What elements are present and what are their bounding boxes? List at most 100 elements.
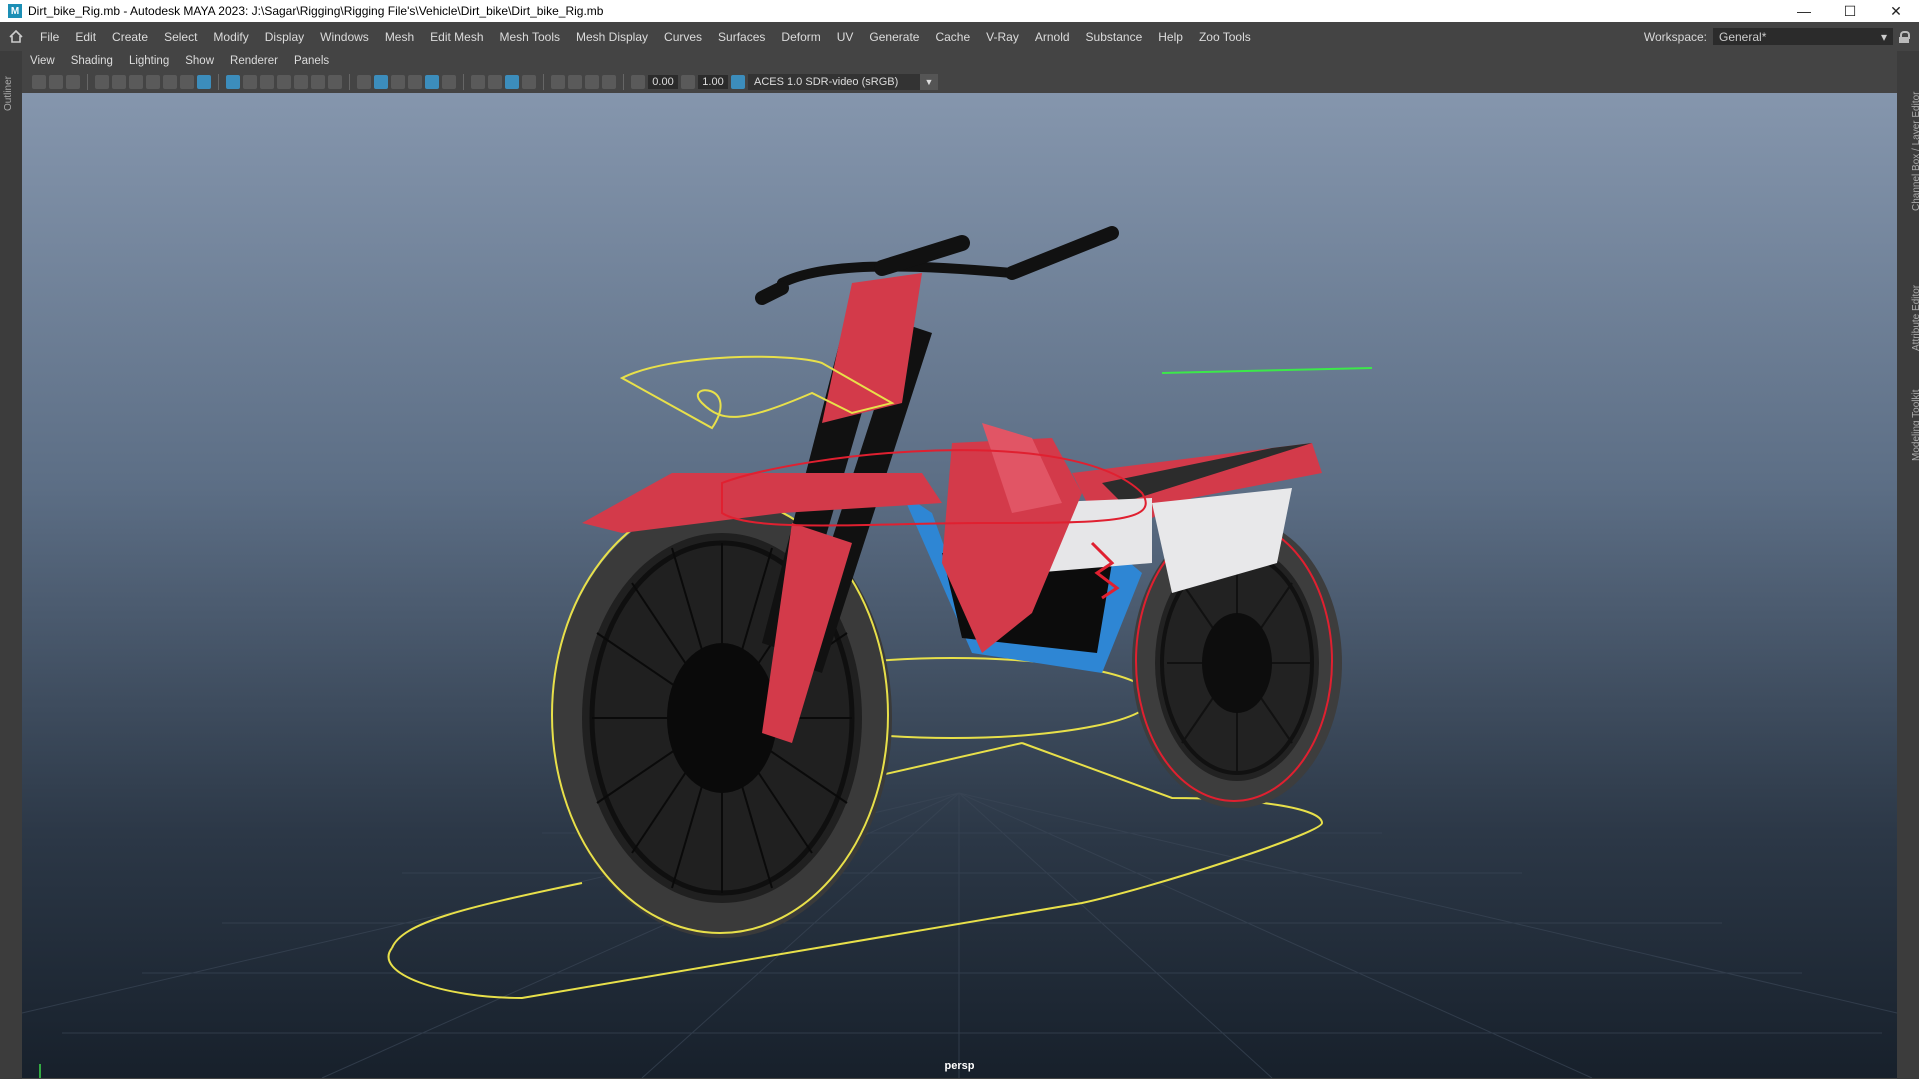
menu-edit-mesh[interactable]: Edit Mesh xyxy=(422,30,491,44)
viewport-toolbar: 0.00 1.00 ACES 1.0 SDR-video (sRGB) ▼ xyxy=(22,71,1897,93)
panel-menu-bar: View Shading Lighting Show Renderer Pane… xyxy=(22,51,1897,71)
minimize-button[interactable]: — xyxy=(1781,0,1827,22)
bookmark-icon[interactable] xyxy=(66,75,80,89)
ground-grid xyxy=(22,792,1897,1078)
handlebars xyxy=(755,226,1119,305)
maximize-button[interactable]: ☐ xyxy=(1827,0,1873,22)
lock-camera-icon[interactable] xyxy=(129,75,143,89)
image-plane-icon[interactable] xyxy=(112,75,126,89)
menu-edit[interactable]: Edit xyxy=(67,30,104,44)
camera-name-label: persp xyxy=(944,1060,975,1072)
film-gate-icon[interactable] xyxy=(146,75,160,89)
textured-icon[interactable] xyxy=(425,75,439,89)
toolbar-divider xyxy=(218,74,219,90)
workspace-select[interactable]: General* ▾ xyxy=(1713,28,1893,45)
perspective-viewport[interactable]: persp xyxy=(22,93,1897,1078)
shadows-icon[interactable] xyxy=(471,75,485,89)
menu-deform[interactable]: Deform xyxy=(773,30,828,44)
grease-pencil-icon[interactable] xyxy=(163,75,177,89)
menu-surfaces[interactable]: Surfaces xyxy=(710,30,773,44)
safe-title-icon[interactable] xyxy=(311,75,325,89)
title-bar: M Dirt_bike_Rig.mb - Autodesk MAYA 2023:… xyxy=(0,0,1919,22)
channel-box-tab[interactable]: Channel Box / Layer Editor xyxy=(1911,91,1919,211)
select-camera-icon[interactable] xyxy=(32,75,46,89)
home-icon[interactable] xyxy=(0,30,32,43)
menu-mesh[interactable]: Mesh xyxy=(377,30,422,44)
exposure-field[interactable]: 0.00 xyxy=(648,75,678,89)
wireframe-on-shaded-icon[interactable] xyxy=(408,75,422,89)
panel-menu-panels[interactable]: Panels xyxy=(286,55,337,67)
menu-cache[interactable]: Cache xyxy=(927,30,978,44)
workspace-label: Workspace: xyxy=(1643,29,1707,44)
xray-active-icon[interactable] xyxy=(585,75,599,89)
panel-menu-lighting[interactable]: Lighting xyxy=(121,55,177,67)
antialiasing-icon[interactable] xyxy=(505,75,519,89)
toolbar-divider xyxy=(349,74,350,90)
chevron-down-icon: ▼ xyxy=(920,74,938,90)
menu-arnold[interactable]: Arnold xyxy=(1027,30,1078,44)
xray-icon[interactable] xyxy=(568,75,582,89)
menu-help[interactable]: Help xyxy=(1150,30,1191,44)
text-icon[interactable] xyxy=(328,75,342,89)
left-dock-strip: Outliner xyxy=(0,51,22,1079)
menu-select[interactable]: Select xyxy=(156,30,205,44)
color-management-icon[interactable] xyxy=(731,75,745,89)
right-dock-strip: Channel Box / Layer Editor Attribute Edi… xyxy=(1897,51,1919,1079)
gamma-field[interactable]: 1.00 xyxy=(698,75,728,89)
exposure-icon[interactable] xyxy=(631,75,645,89)
pencil-icon[interactable] xyxy=(197,75,211,89)
ambient-occlusion-icon[interactable] xyxy=(488,75,502,89)
default-material-icon[interactable] xyxy=(391,75,405,89)
gamma-icon[interactable] xyxy=(681,75,695,89)
panel-menu-shading[interactable]: Shading xyxy=(63,55,121,67)
toolbar-divider xyxy=(623,74,624,90)
panel-menu-renderer[interactable]: Renderer xyxy=(222,55,286,67)
seat-control-curve xyxy=(1161,367,1373,374)
lights-icon[interactable] xyxy=(442,75,456,89)
toolbar-divider xyxy=(87,74,88,90)
toolbar-divider xyxy=(543,74,544,90)
isolate-select-icon[interactable] xyxy=(551,75,565,89)
attribute-editor-tab[interactable]: Attribute Editor xyxy=(1911,285,1919,351)
resolution-gate-icon[interactable] xyxy=(243,75,257,89)
menu-uv[interactable]: UV xyxy=(829,30,862,44)
toolbar-divider xyxy=(463,74,464,90)
menu-mesh-tools[interactable]: Mesh Tools xyxy=(492,30,568,44)
camera-attributes-icon[interactable] xyxy=(49,75,63,89)
field-chart-icon[interactable] xyxy=(277,75,291,89)
scene-render xyxy=(22,226,1897,1078)
depth-of-field-icon[interactable] xyxy=(522,75,536,89)
wireframe-icon[interactable] xyxy=(357,75,371,89)
close-button[interactable]: ✕ xyxy=(1873,0,1919,22)
menu-modify[interactable]: Modify xyxy=(205,30,256,44)
gate-mask-icon[interactable] xyxy=(260,75,274,89)
menu-mesh-display[interactable]: Mesh Display xyxy=(568,30,656,44)
menu-curves[interactable]: Curves xyxy=(656,30,710,44)
maya-app-icon: M xyxy=(8,4,22,18)
menu-display[interactable]: Display xyxy=(257,30,312,44)
menu-generate[interactable]: Generate xyxy=(861,30,927,44)
window-title: Dirt_bike_Rig.mb - Autodesk MAYA 2023: J… xyxy=(28,4,604,18)
safe-action-icon[interactable] xyxy=(294,75,308,89)
menu-windows[interactable]: Windows xyxy=(312,30,377,44)
outliner-tab[interactable]: Outliner xyxy=(3,76,14,111)
panel-menu-view[interactable]: View xyxy=(22,55,63,67)
panel-menu-show[interactable]: Show xyxy=(177,55,222,67)
grid-icon[interactable] xyxy=(226,75,240,89)
menu-create[interactable]: Create xyxy=(104,30,156,44)
main-menu-bar: File Edit Create Select Modify Display W… xyxy=(0,22,1919,51)
menu-file[interactable]: File xyxy=(32,30,67,44)
smooth-shade-icon[interactable] xyxy=(374,75,388,89)
2d-pan-zoom-icon[interactable] xyxy=(180,75,194,89)
xray-joints-icon[interactable] xyxy=(602,75,616,89)
chevron-down-icon: ▾ xyxy=(1880,29,1887,44)
color-space-select[interactable]: ACES 1.0 SDR-video (sRGB) ▼ xyxy=(748,74,938,90)
menu-substance[interactable]: Substance xyxy=(1078,30,1151,44)
lock-icon[interactable] xyxy=(1899,30,1910,43)
menu-vray[interactable]: V-Ray xyxy=(978,30,1027,44)
modeling-toolkit-tab[interactable]: Modeling Toolkit xyxy=(1911,389,1919,461)
workspace-value: General* xyxy=(1719,29,1767,44)
camera-icon[interactable] xyxy=(95,75,109,89)
menu-zoo-tools[interactable]: Zoo Tools xyxy=(1191,30,1259,44)
color-space-value: ACES 1.0 SDR-video (sRGB) xyxy=(754,76,899,88)
